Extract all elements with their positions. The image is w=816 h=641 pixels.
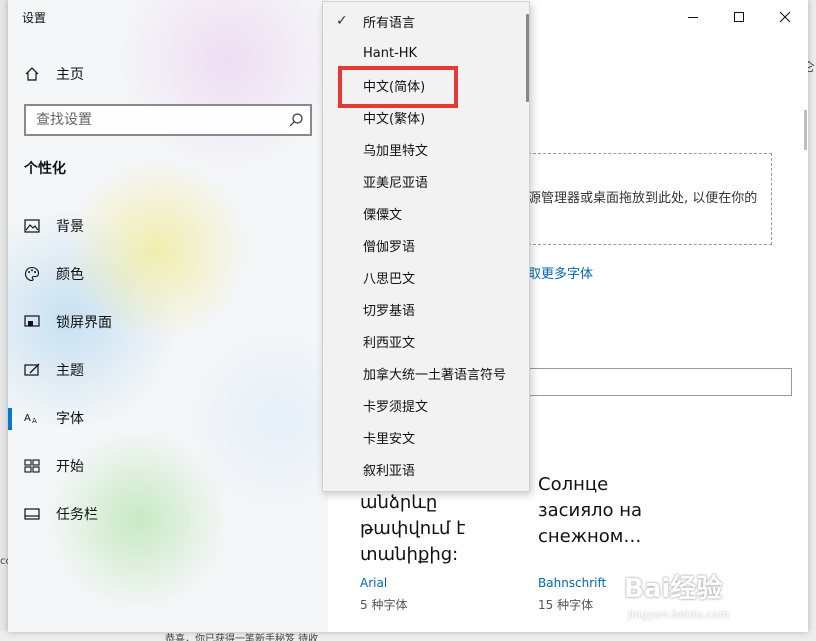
dropdown-option[interactable]: 切罗基语 <box>323 293 523 325</box>
taskbar-icon <box>24 506 40 522</box>
sidebar-item-taskbar[interactable]: 任务栏 <box>8 494 328 534</box>
sidebar-item-colors[interactable]: 颜色 <box>8 254 328 294</box>
option-label: 卡里安文 <box>363 431 416 447</box>
option-label: 中文(繁体) <box>363 111 426 127</box>
start-icon <box>24 458 40 474</box>
dropdown-option[interactable]: 傈僳文 <box>323 197 523 229</box>
watermark-text: Bai经验 <box>624 574 723 604</box>
close-icon <box>779 11 791 23</box>
get-more-fonts-link[interactable]: 取更多字体 <box>528 263 593 282</box>
lock-screen-icon <box>24 314 40 330</box>
dropdown-option[interactable]: 僧伽罗语 <box>323 229 523 261</box>
option-label: Hant-HK <box>363 45 418 61</box>
font-name: Arial <box>360 576 388 590</box>
sidebar-item-label: 字体 <box>56 411 84 427</box>
baidu-watermark: Bai经验 jingyan.baidu.com <box>620 568 790 628</box>
maximize-button[interactable] <box>716 0 762 34</box>
sidebar-item-themes[interactable]: 主题 <box>8 350 328 390</box>
svg-text:A: A <box>32 417 37 425</box>
close-button[interactable] <box>762 0 808 34</box>
dropdown-scrollbar[interactable] <box>526 14 529 102</box>
font-sample-text: Солнце засияло на снежном… <box>538 474 643 547</box>
option-label: 切罗基语 <box>363 303 416 319</box>
annotation-highlight-box <box>338 66 458 108</box>
font-count: 15 种字体 <box>538 598 594 612</box>
dropdown-option[interactable]: 亚美尼亚语 <box>323 165 523 197</box>
option-label: 乌加里特文 <box>363 143 429 159</box>
watermark-subtext: jingyan.baidu.com <box>628 608 730 621</box>
sidebar-item-start[interactable]: 开始 <box>8 446 328 486</box>
option-label: 卡罗须提文 <box>363 399 429 415</box>
font-sample-text: անձրևը թափվում է տանիքից: <box>360 492 466 565</box>
sidebar-item-background[interactable]: 背景 <box>8 206 328 246</box>
minimize-button[interactable] <box>670 0 716 34</box>
sidebar: 设置 主页 个性化 背景 颜色 <box>8 0 328 632</box>
sidebar-item-label: 主题 <box>56 363 84 379</box>
dropdown-option[interactable]: 卡罗须提文 <box>323 389 523 421</box>
minimize-icon <box>688 17 698 18</box>
font-name: Bahnschrift <box>538 576 607 590</box>
image-icon <box>24 218 40 234</box>
sidebar-item-label: 开始 <box>56 459 84 475</box>
font-search-input[interactable] <box>528 368 792 396</box>
background-left <box>0 0 8 641</box>
sidebar-item-home[interactable]: 主页 <box>8 54 328 94</box>
option-label: 利西亚文 <box>363 335 416 351</box>
search-icon[interactable] <box>288 112 304 128</box>
option-label: 所有语言 <box>363 15 416 31</box>
sidebar-item-label: 颜色 <box>56 267 84 283</box>
dropdown-option[interactable]: 叙利亚语 <box>323 453 523 485</box>
window-title: 设置 <box>22 11 47 25</box>
checkmark-icon: ✓ <box>336 13 348 29</box>
search-input[interactable] <box>26 106 286 134</box>
option-label: 叙利亚语 <box>363 463 416 479</box>
dropdown-option-all[interactable]: ✓ 所有语言 <box>323 5 523 37</box>
search-box[interactable] <box>24 104 312 136</box>
font-count: 5 种字体 <box>360 598 408 612</box>
dropdown-option[interactable]: 利西亚文 <box>323 325 523 357</box>
option-label: 八思巴文 <box>363 271 416 287</box>
sidebar-item-label: 锁屏界面 <box>56 315 112 331</box>
option-label: 亚美尼亚语 <box>363 175 429 191</box>
palette-icon <box>24 266 40 282</box>
option-label: 僧伽罗语 <box>363 239 416 255</box>
home-icon <box>24 66 40 82</box>
maximize-icon <box>734 12 744 22</box>
background-right <box>808 0 816 641</box>
sidebar-item-lock-screen[interactable]: 锁屏界面 <box>8 302 328 342</box>
option-label: 傈僳文 <box>363 207 403 223</box>
font-icon: AA <box>24 410 40 426</box>
sidebar-item-label: 任务栏 <box>56 507 98 523</box>
dropdown-option[interactable]: 加拿大统一土著语言符号 <box>323 357 523 389</box>
sidebar-item-label: 背景 <box>56 219 84 235</box>
sidebar-item-fonts[interactable]: AA 字体 <box>8 398 328 438</box>
dropdown-option[interactable]: 卡里安文 <box>323 421 523 453</box>
dropdown-option[interactable]: 八思巴文 <box>323 261 523 293</box>
dropdown-option[interactable]: 乌加里特文 <box>323 133 523 165</box>
scrollbar[interactable] <box>804 110 807 150</box>
background-bottom <box>0 631 816 641</box>
sidebar-item-label: 主页 <box>56 67 84 83</box>
theme-icon <box>24 362 40 378</box>
dropdown-option[interactable]: Hant-HK <box>323 37 523 69</box>
option-label: 加拿大统一土著语言符号 <box>363 367 507 383</box>
section-title: 个性化 <box>24 161 66 177</box>
svg-text:A: A <box>24 413 31 424</box>
drop-zone-text: 源管理器或桌面拖放到此处, 以便在你的 <box>528 191 758 206</box>
